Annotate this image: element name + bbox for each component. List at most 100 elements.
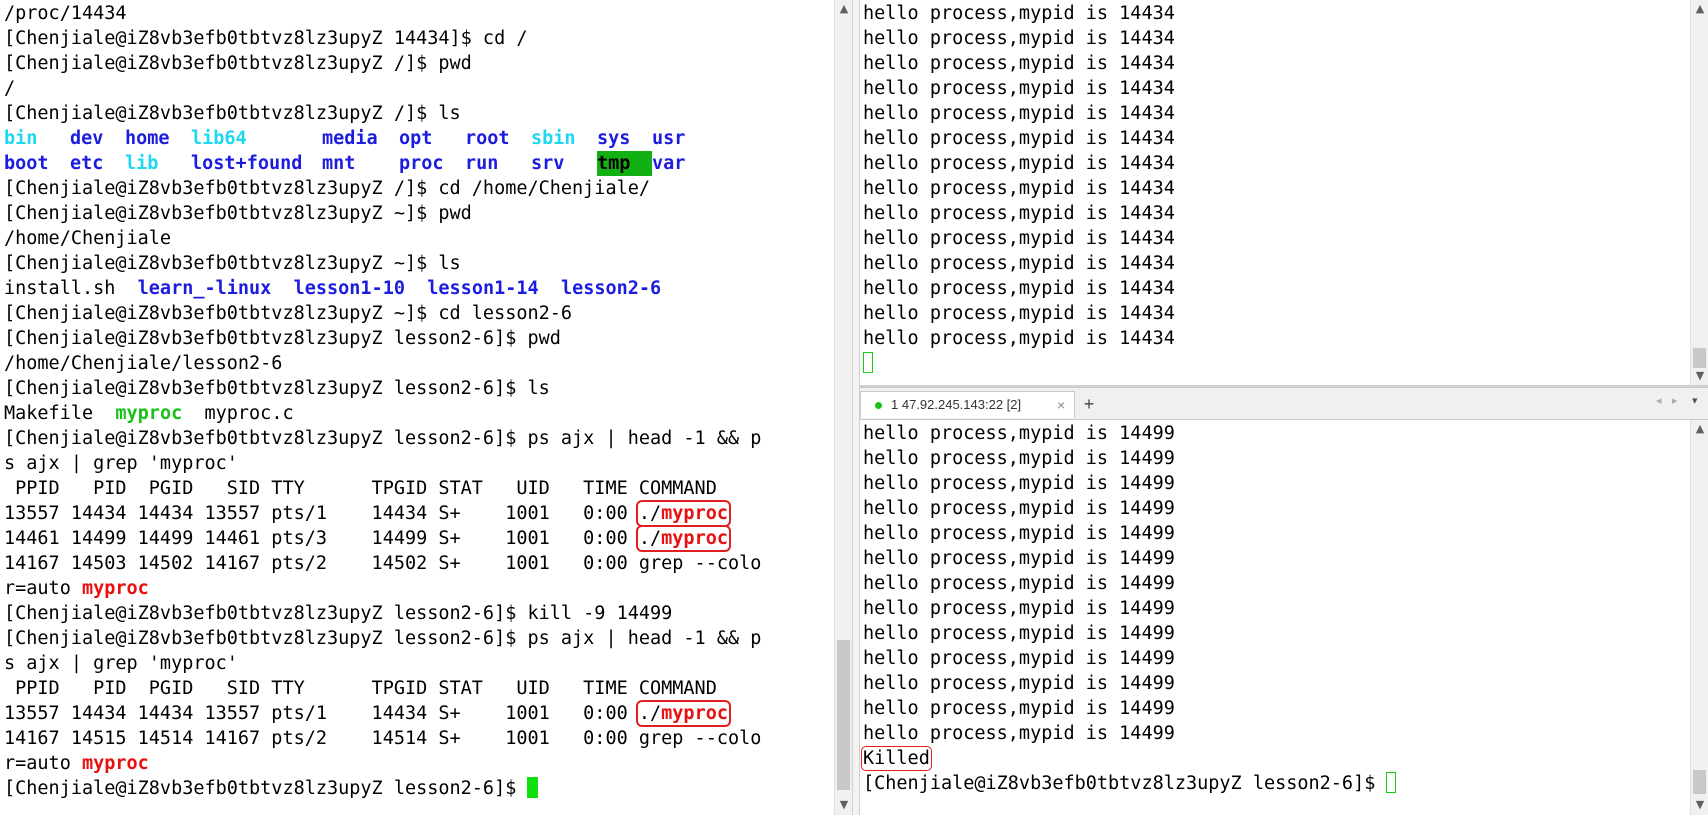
ls-entry: tmp — [597, 151, 652, 176]
ls-entry: proc — [399, 153, 444, 174]
tab-scroll-left-icon[interactable]: ◂ — [1656, 394, 1662, 407]
scroll-up-icon[interactable]: ▲ — [1691, 0, 1708, 18]
output-line: hello process,mypid is 14434 — [863, 128, 1175, 149]
tab-session-2[interactable]: 1 47.92.245.143:22 [2] × — [860, 391, 1075, 418]
terminal-line: s ajx | grep 'myproc' — [4, 653, 238, 674]
terminal-text: myproc.c — [182, 403, 294, 424]
terminal-line: [Chenjiale@iZ8vb3efb0tbtvz8lz3upyZ ~]$ c… — [4, 303, 573, 324]
left-terminal-pane[interactable]: /proc/14434 [Chenjiale@iZ8vb3efb0tbtvz8lz… — [0, 0, 834, 815]
left-scrollbar[interactable]: ▲ ▼ — [834, 0, 853, 815]
terminal-line: 13557 14434 14434 13557 pts/1 14434 S+ 1… — [4, 500, 761, 527]
output-line: hello process,mypid is 14434 — [863, 53, 1175, 74]
terminal-line: [Chenjiale@iZ8vb3efb0tbtvz8lz3upyZ ~]$ l… — [4, 253, 461, 274]
terminal-text: lesson2-6 — [560, 278, 662, 299]
scroll-down-icon[interactable]: ▼ — [835, 796, 853, 814]
terminal-text: r=auto — [4, 753, 82, 774]
output-line: hello process,mypid is 14434 — [863, 253, 1175, 274]
terminal-text: 13557 14434 14434 13557 pts/1 14434 S+ 1… — [4, 703, 639, 724]
output-line: hello process,mypid is 14434 — [863, 178, 1175, 199]
session-tab-bar: 1 47.92.245.143:22 [2] × + ◂ ▸ ▾ — [860, 387, 1708, 420]
output-line: hello process,mypid is 14499 — [863, 673, 1175, 694]
ls-entry: lib64 — [191, 128, 247, 149]
terminal-line — [863, 351, 1175, 376]
output-line: hello process,mypid is 14499 — [863, 448, 1175, 469]
terminal-text: myproc — [115, 403, 183, 424]
terminal-cursor — [1386, 772, 1397, 793]
output-line: hello process,mypid is 14434 — [863, 278, 1175, 299]
ls-entry: etc — [70, 153, 104, 174]
right-top-scrollbar[interactable]: ▲ ▼ — [1690, 0, 1708, 385]
shell-prompt: [Chenjiale@iZ8vb3efb0tbtvz8lz3upyZ lesso… — [4, 778, 528, 799]
output-line: hello process,mypid is 14499 — [863, 423, 1175, 444]
output-line: hello process,mypid is 14434 — [863, 203, 1175, 224]
terminal-text: 13557 14434 14434 13557 pts/1 14434 S+ 1… — [4, 503, 639, 524]
output-line: hello process,mypid is 14434 — [863, 328, 1175, 349]
vertical-splitter[interactable] — [852, 0, 860, 815]
terminal-line: [Chenjiale@iZ8vb3efb0tbtvz8lz3upyZ lesso… — [863, 771, 1397, 796]
right-bottom-scroll-thumb[interactable] — [1693, 770, 1706, 794]
terminal-cursor — [527, 777, 539, 798]
ls-entry: bin — [4, 128, 38, 149]
tab-scroll-right-icon[interactable]: ▸ — [1672, 394, 1678, 407]
right-top-scroll-thumb[interactable] — [1693, 348, 1706, 368]
terminal-line: 13557 14434 14434 13557 pts/1 14434 S+ 1… — [4, 700, 761, 727]
right-top-terminal-output: hello process,mypid is 14434 hello proces… — [863, 1, 1175, 376]
terminal-line: /proc/14434 — [4, 3, 127, 24]
terminal-line: [Chenjiale@iZ8vb3efb0tbtvz8lz3upyZ /]$ c… — [4, 178, 651, 199]
terminal-line: [Chenjiale@iZ8vb3efb0tbtvz8lz3upyZ /]$ p… — [4, 53, 472, 74]
terminal-text: myproc — [81, 753, 149, 774]
terminal-text: ./ — [638, 503, 662, 524]
right-bottom-scrollbar[interactable]: ▲ ▼ — [1690, 420, 1708, 815]
right-bottom-terminal-pane[interactable]: hello process,mypid is 14499 hello proces… — [860, 420, 1690, 815]
scroll-down-icon[interactable]: ▼ — [1691, 796, 1708, 814]
left-scroll-thumb[interactable] — [837, 640, 850, 790]
output-line: hello process,mypid is 14499 — [863, 523, 1175, 544]
ls-entry: sbin — [531, 128, 576, 149]
scroll-down-icon[interactable]: ▼ — [1691, 367, 1708, 385]
right-top-terminal-pane[interactable]: hello process,mypid is 14434 hello proces… — [860, 0, 1690, 385]
add-tab-button[interactable]: + — [1078, 393, 1100, 415]
terminal-cursor — [863, 352, 873, 373]
output-line: hello process,mypid is 14499 — [863, 698, 1175, 719]
terminal-line: [Chenjiale@iZ8vb3efb0tbtvz8lz3upyZ lesso… — [4, 776, 761, 801]
scroll-up-icon[interactable]: ▲ — [835, 0, 853, 18]
ls-entry: usr — [652, 128, 686, 149]
terminal-text: myproc — [81, 578, 149, 599]
ls-entry: lost+found — [191, 153, 303, 174]
terminal-line: 14461 14499 14499 14461 pts/3 14499 S+ 1… — [4, 525, 761, 552]
ls-entry: lib — [125, 153, 159, 174]
highlight-box: ./myproc — [635, 525, 731, 552]
output-line: hello process,mypid is 14499 — [863, 723, 1175, 744]
output-line: hello process,mypid is 14434 — [863, 228, 1175, 249]
close-tab-icon[interactable]: × — [1057, 392, 1065, 418]
ls-entry: opt — [399, 128, 433, 149]
ls-entry: mnt — [322, 153, 356, 174]
ls-entry: media — [322, 128, 378, 149]
scroll-up-icon[interactable]: ▲ — [1691, 420, 1708, 438]
terminal-line: [Chenjiale@iZ8vb3efb0tbtvz8lz3upyZ 14434… — [4, 28, 528, 49]
ls-entry: sys — [597, 128, 631, 149]
output-line: hello process,mypid is 14499 — [863, 623, 1175, 644]
terminal-text: ./ — [638, 703, 662, 724]
terminal-line: [Chenjiale@iZ8vb3efb0tbtvz8lz3upyZ /]$ l… — [4, 103, 461, 124]
terminal-line: /home/Chenjiale/lesson2-6 — [4, 353, 283, 374]
terminal-line: [Chenjiale@iZ8vb3efb0tbtvz8lz3upyZ lesso… — [4, 603, 673, 624]
terminal-text: learn_-linux — [137, 278, 272, 299]
right-bottom-terminal-output: hello process,mypid is 14499 hello proces… — [861, 421, 1397, 796]
tab-menu-chevron-down-icon[interactable]: ▾ — [1692, 394, 1698, 407]
connected-status-icon — [875, 402, 882, 409]
output-line: hello process,mypid is 14434 — [863, 153, 1175, 174]
terminal-line: /home/Chenjiale — [4, 228, 172, 249]
terminal-line: PPID PID PGID SID TTY TPGID STAT UID TIM… — [4, 678, 717, 699]
terminal-text: myproc — [661, 503, 728, 524]
terminal-line: s ajx | grep 'myproc' — [4, 453, 238, 474]
tab-label: 1 47.92.245.143:22 [2] — [891, 397, 1022, 412]
shell-prompt: [Chenjiale@iZ8vb3efb0tbtvz8lz3upyZ lesso… — [863, 773, 1387, 794]
killed-message: Killed — [861, 746, 932, 771]
terminal-line: r=auto myproc — [4, 751, 761, 776]
output-line: hello process,mypid is 14499 — [863, 473, 1175, 494]
output-line: hello process,mypid is 14499 — [863, 598, 1175, 619]
output-line: hello process,mypid is 14434 — [863, 78, 1175, 99]
